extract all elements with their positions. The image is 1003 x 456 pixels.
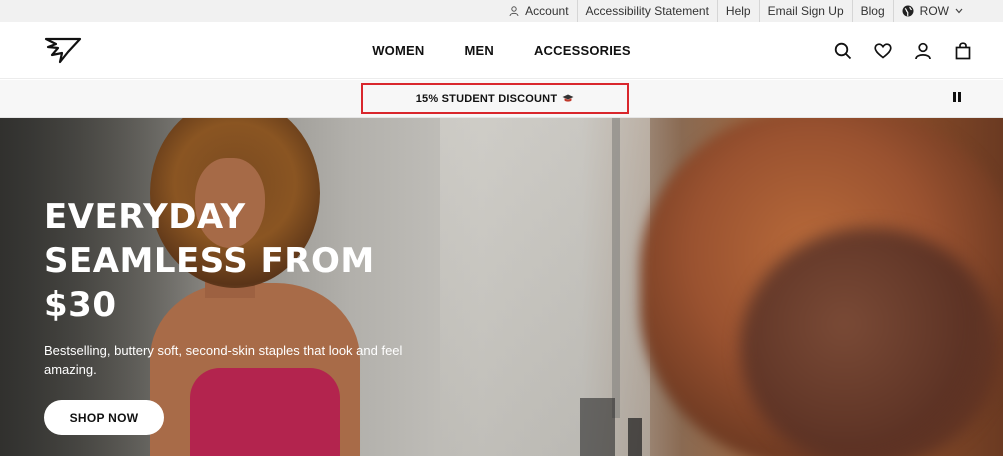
graduation-cap-icon — [562, 94, 574, 103]
user-icon[interactable] — [913, 41, 933, 61]
blog-link[interactable]: Blog — [851, 0, 893, 22]
email-signup-link[interactable]: Email Sign Up — [758, 0, 852, 22]
nav-women[interactable]: WOMEN — [372, 43, 424, 58]
hero-background-rack — [580, 398, 615, 456]
nav-accessories[interactable]: ACCESSORIES — [534, 43, 631, 58]
student-discount-banner[interactable]: 15% STUDENT DISCOUNT — [361, 83, 629, 114]
hero-title: EVERYDAY SEAMLESS FROM $30 — [44, 195, 444, 327]
help-label: Help — [725, 4, 751, 18]
hero-background-rack-2 — [628, 418, 642, 456]
user-icon — [509, 6, 519, 16]
accessibility-statement-label: Accessibility Statement — [585, 4, 709, 18]
header-actions — [813, 22, 973, 79]
hero-foreground-blur-2 — [740, 228, 1000, 456]
chevron-down-icon — [955, 8, 963, 14]
region-selector[interactable]: ROW — [892, 0, 1003, 22]
hero-subtitle: Bestselling, buttery soft, second-skin s… — [44, 343, 403, 377]
accessibility-statement-link[interactable]: Accessibility Statement — [576, 0, 717, 22]
hero-banner: EVERYDAY SEAMLESS FROM $30 Bestselling, … — [0, 118, 1003, 456]
help-link[interactable]: Help — [716, 0, 759, 22]
shop-now-button[interactable]: SHOP NOW — [44, 400, 164, 435]
account-link[interactable]: Account — [501, 0, 576, 22]
email-signup-label: Email Sign Up — [767, 4, 844, 18]
promo-text: 15% STUDENT DISCOUNT — [415, 92, 558, 105]
hero-content: EVERYDAY SEAMLESS FROM $30 Bestselling, … — [44, 195, 444, 435]
search-icon[interactable] — [833, 41, 853, 61]
utility-bar: Account Accessibility Statement Help Ema… — [0, 0, 1003, 22]
main-header: WOMEN MEN ACCESSORIES — [0, 22, 1003, 79]
pause-icon — [953, 92, 956, 102]
hero-title-line: $30 — [44, 285, 117, 325]
region-label: ROW — [919, 4, 949, 18]
pause-icon-bar — [958, 92, 961, 102]
heart-icon[interactable] — [873, 41, 893, 61]
hero-title-line: EVERYDAY — [44, 197, 246, 237]
bag-icon[interactable] — [953, 41, 973, 61]
promo-bar: 15% STUDENT DISCOUNT — [0, 80, 1003, 118]
hero-title-line: SEAMLESS FROM — [44, 241, 375, 281]
hero-background-bar — [612, 118, 620, 418]
account-label: Account — [525, 4, 569, 18]
gymshark-logo-icon[interactable] — [44, 36, 82, 64]
globe-icon — [902, 5, 914, 17]
nav-men[interactable]: MEN — [464, 43, 494, 58]
blog-label: Blog — [860, 4, 885, 18]
pause-button[interactable] — [953, 92, 965, 104]
